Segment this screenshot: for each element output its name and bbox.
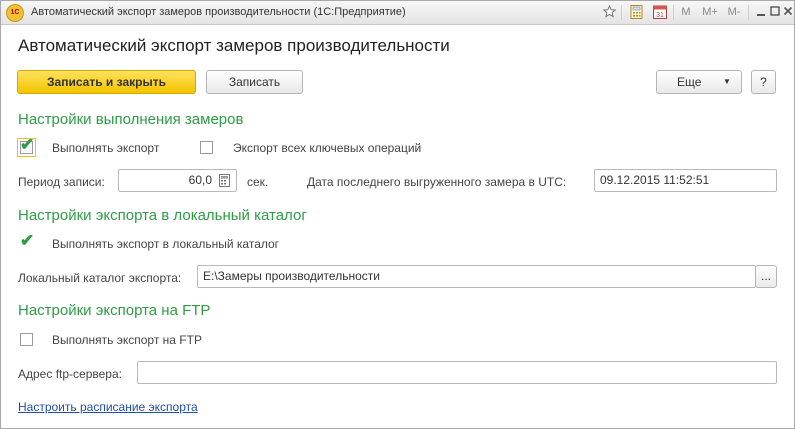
application-window: 1С Автоматический экспорт замеров произв… — [0, 0, 795, 429]
browse-button[interactable]: ... — [755, 265, 777, 288]
app-logo-icon[interactable]: 1С — [6, 4, 24, 22]
help-button[interactable]: ? — [751, 70, 776, 94]
save-button[interactable]: Записать — [206, 70, 303, 94]
calculator-icon[interactable] — [629, 5, 643, 20]
page-title: Автоматический экспорт замеров производи… — [18, 36, 450, 55]
calculator-picker-icon[interactable] — [219, 174, 231, 187]
title-bar: 1С Автоматический экспорт замеров произв… — [1, 1, 794, 25]
ftp-address-input[interactable] — [137, 361, 777, 384]
favorite-icon[interactable] — [602, 4, 616, 20]
memory-m-plus-button[interactable]: M+ — [700, 5, 720, 20]
all-key-operations-checkbox[interactable] — [200, 141, 213, 154]
do-export-label: Выполнять экспорт — [52, 141, 160, 155]
separator — [748, 5, 749, 20]
last-export-date-field[interactable]: 09.12.2015 11:52:51 — [594, 169, 777, 192]
more-actions-label: Еще — [677, 75, 702, 89]
period-label: Период записи: — [18, 175, 105, 189]
window-title: Автоматический экспорт замеров производи… — [31, 6, 406, 18]
period-value: 60,0 — [188, 173, 212, 187]
local-catalog-input[interactable]: E:\Замеры производительности — [197, 265, 756, 288]
do-ftp-export-checkbox[interactable] — [20, 333, 33, 346]
do-export-checkbox[interactable]: ✔ — [17, 136, 36, 157]
checkmark-icon: ✔ — [20, 231, 35, 250]
separator — [673, 5, 674, 20]
do-ftp-export-label: Выполнять экспорт на FTP — [52, 333, 202, 347]
dropdown-arrow-icon: ▼ — [723, 77, 731, 86]
save-and-close-button[interactable]: Записать и закрыть — [17, 70, 196, 94]
memory-m-button[interactable]: M — [679, 5, 693, 20]
section-header-local: Настройки экспорта в локальный каталог — [18, 207, 307, 224]
schedule-export-link[interactable]: Настроить расписание экспорта — [18, 400, 198, 414]
separator — [621, 5, 622, 20]
maximize-icon[interactable] — [769, 5, 781, 20]
calendar-icon[interactable]: 31 — [652, 5, 667, 20]
section-header-execution: Настройки выполнения замеров — [18, 111, 244, 128]
local-catalog-label: Локальный каталог экспорта: — [18, 271, 182, 285]
all-key-operations-label: Экспорт всех ключевых операций — [233, 141, 422, 155]
minimize-icon[interactable] — [755, 5, 767, 20]
calendar-day: 31 — [656, 12, 664, 19]
period-unit-label: сек. — [247, 175, 269, 189]
ftp-address-label: Адрес ftp-сервера: — [18, 367, 122, 381]
checkmark-icon: ✔ — [20, 135, 35, 154]
close-icon[interactable] — [782, 5, 794, 20]
more-actions-button[interactable]: Еще ▼ — [656, 70, 742, 94]
last-export-label: Дата последнего выгруженного замера в UT… — [307, 175, 567, 189]
memory-m-minus-button[interactable]: M- — [724, 5, 744, 20]
do-local-export-label: Выполнять экспорт в локальный каталог — [52, 237, 280, 251]
do-local-export-checkbox[interactable]: ✔ — [20, 232, 34, 250]
section-header-ftp: Настройки экспорта на FTP — [18, 302, 211, 319]
